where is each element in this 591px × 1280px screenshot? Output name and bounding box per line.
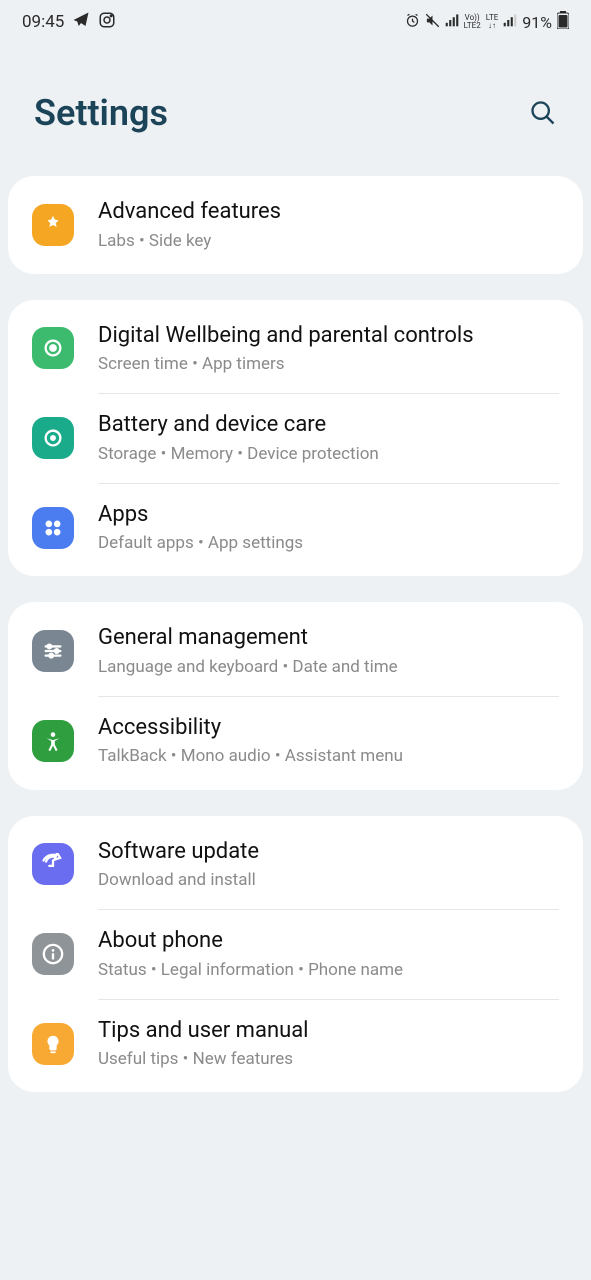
- status-left: 09:45: [22, 11, 116, 34]
- battery-text: 91%: [522, 13, 552, 32]
- item-subtitle: Status • Legal information • Phone name: [98, 959, 559, 981]
- item-title: Tips and user manual: [98, 1017, 559, 1045]
- settings-group: Software update Download and install Abo…: [8, 816, 583, 1093]
- item-subtitle: Labs • Side key: [98, 230, 559, 252]
- item-text: Apps Default apps • App settings: [98, 501, 559, 555]
- page-header: Settings: [0, 44, 591, 176]
- item-text: About phone Status • Legal information •…: [98, 927, 559, 981]
- settings-group: General management Language and keyboard…: [8, 602, 583, 789]
- telegram-icon: [72, 11, 90, 34]
- battery-care-icon: [32, 417, 74, 459]
- item-text: Tips and user manual Useful tips • New f…: [98, 1017, 559, 1071]
- item-subtitle: Download and install: [98, 869, 559, 891]
- item-subtitle: TalkBack • Mono audio • Assistant menu: [98, 745, 559, 767]
- volte-icon: Vo))LTE2: [464, 14, 481, 30]
- lte-icon: LTE↓↑: [486, 14, 499, 30]
- advanced-features-icon: [32, 204, 74, 246]
- item-subtitle: Storage • Memory • Device protection: [98, 443, 559, 465]
- item-title: Accessibility: [98, 714, 559, 742]
- settings-item-software-update[interactable]: Software update Download and install: [8, 820, 583, 910]
- general-management-icon: [32, 630, 74, 672]
- battery-icon: [557, 11, 569, 33]
- status-time: 09:45: [22, 12, 64, 32]
- settings-item-digital-wellbeing[interactable]: Digital Wellbeing and parental controls …: [8, 304, 583, 394]
- accessibility-icon: [32, 720, 74, 762]
- alarm-icon: [405, 13, 420, 32]
- mute-icon: [425, 13, 440, 32]
- status-right: Vo))LTE2 LTE↓↑ 91%: [405, 11, 569, 33]
- settings-item-apps[interactable]: Apps Default apps • App settings: [8, 483, 583, 573]
- digital-wellbeing-icon: [32, 327, 74, 369]
- item-text: General management Language and keyboard…: [98, 624, 559, 678]
- settings-item-accessibility[interactable]: Accessibility TalkBack • Mono audio • As…: [8, 696, 583, 786]
- instagram-icon: [98, 11, 116, 34]
- item-title: Software update: [98, 838, 559, 866]
- item-title: Battery and device care: [98, 411, 559, 439]
- software-update-icon: [32, 843, 74, 885]
- item-subtitle: Default apps • App settings: [98, 532, 559, 554]
- settings-item-battery-device-care[interactable]: Battery and device care Storage • Memory…: [8, 393, 583, 483]
- settings-group: Advanced features Labs • Side key: [8, 176, 583, 274]
- signal-1-icon: [445, 13, 459, 31]
- item-text: Advanced features Labs • Side key: [98, 198, 559, 252]
- item-title: Digital Wellbeing and parental controls: [98, 322, 559, 350]
- signal-2-icon: [503, 13, 517, 31]
- search-button[interactable]: [529, 99, 557, 127]
- settings-item-tips-manual[interactable]: Tips and user manual Useful tips • New f…: [8, 999, 583, 1089]
- item-subtitle: Useful tips • New features: [98, 1048, 559, 1070]
- item-text: Digital Wellbeing and parental controls …: [98, 322, 559, 376]
- search-icon: [529, 99, 557, 127]
- item-title: About phone: [98, 927, 559, 955]
- page-title: Settings: [34, 92, 168, 134]
- item-subtitle: Screen time • App timers: [98, 353, 559, 375]
- item-text: Accessibility TalkBack • Mono audio • As…: [98, 714, 559, 768]
- apps-icon: [32, 507, 74, 549]
- item-title: General management: [98, 624, 559, 652]
- settings-group: Digital Wellbeing and parental controls …: [8, 300, 583, 577]
- item-text: Software update Download and install: [98, 838, 559, 892]
- tips-icon: [32, 1023, 74, 1065]
- item-title: Apps: [98, 501, 559, 529]
- item-subtitle: Language and keyboard • Date and time: [98, 656, 559, 678]
- about-phone-icon: [32, 933, 74, 975]
- settings-item-general-management[interactable]: General management Language and keyboard…: [8, 606, 583, 696]
- item-text: Battery and device care Storage • Memory…: [98, 411, 559, 465]
- item-title: Advanced features: [98, 198, 559, 226]
- settings-item-about-phone[interactable]: About phone Status • Legal information •…: [8, 909, 583, 999]
- status-bar: 09:45 Vo))LTE2 LTE↓↑ 91%: [0, 0, 591, 44]
- settings-item-advanced-features[interactable]: Advanced features Labs • Side key: [8, 180, 583, 270]
